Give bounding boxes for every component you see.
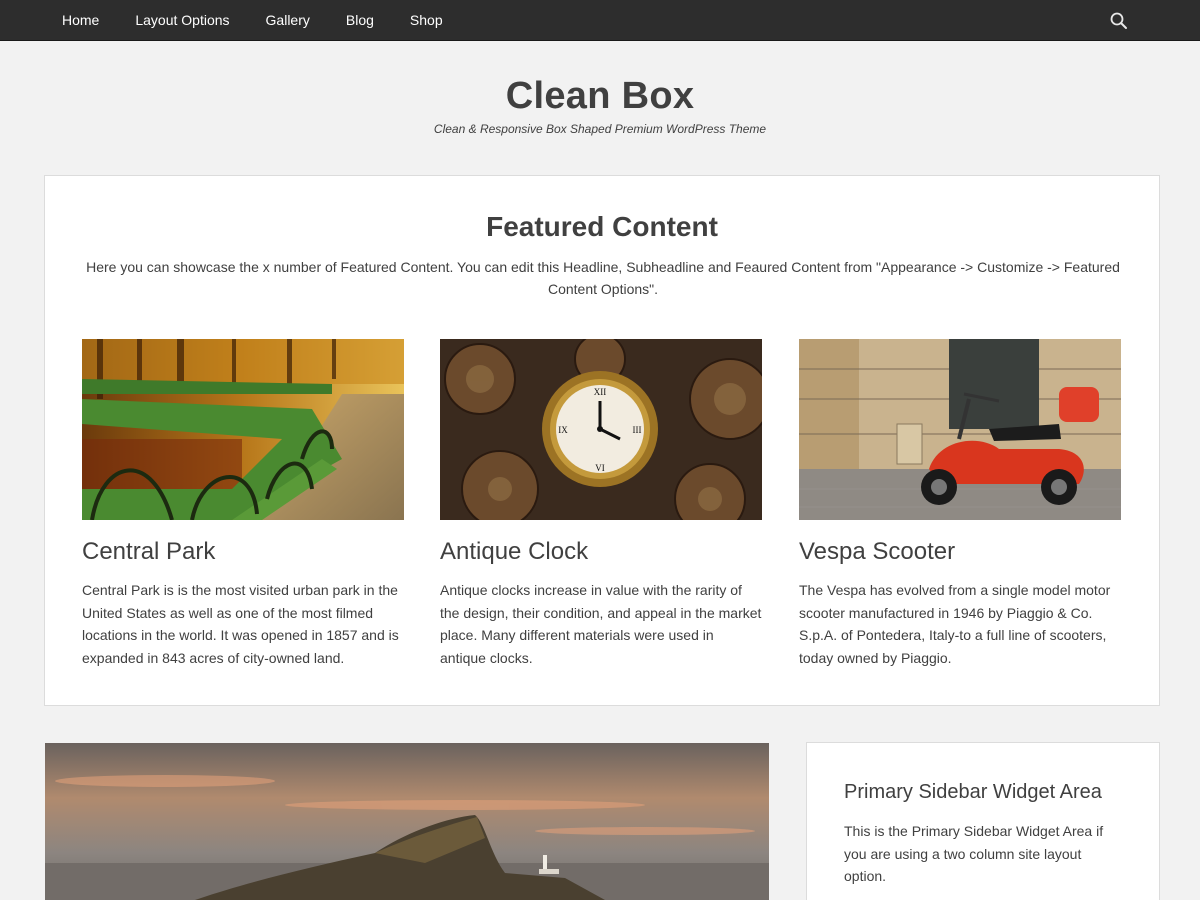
site-description: Clean & Responsive Box Shaped Premium Wo…	[433, 122, 767, 136]
featured-item-central-park: Central Park Central Park is is the most…	[82, 339, 404, 669]
central-park-image[interactable]	[82, 339, 404, 520]
featured-item-title[interactable]: Vespa Scooter	[799, 537, 1121, 567]
primary-menu: Home Layout Options Gallery Blog Shop	[44, 0, 461, 40]
antique-clock-image[interactable]: XII III VI IX	[440, 339, 762, 520]
site-branding: Clean Box Clean & Responsive Box Shaped …	[0, 72, 1200, 136]
featured-content-section: Featured Content Here you can showcase t…	[44, 175, 1160, 706]
featured-item-title[interactable]: Antique Clock	[440, 537, 762, 567]
nav-item-home[interactable]: Home	[44, 0, 117, 40]
featured-item-text: Antique clocks increase in value with th…	[440, 582, 762, 666]
nav-item-layout-options[interactable]: Layout Options	[117, 0, 247, 40]
featured-item-antique-clock: XII III VI IX Antique Clock Antique cloc…	[440, 339, 762, 669]
featured-item-text: Central Park is is the most visited urba…	[82, 582, 399, 666]
featured-item-text: The Vespa has evolved from a single mode…	[799, 582, 1111, 666]
nav-item-gallery[interactable]: Gallery	[248, 0, 328, 40]
featured-item-title[interactable]: Central Park	[82, 537, 404, 567]
search-icon[interactable]	[1108, 10, 1130, 32]
svg-text:IX: IX	[558, 425, 568, 435]
site-title[interactable]: Clean Box	[0, 72, 1200, 120]
featured-heading: Featured Content	[486, 211, 718, 242]
vespa-scooter-image[interactable]	[799, 339, 1121, 520]
featured-item-vespa-scooter: Vespa Scooter The Vespa has evolved from…	[799, 339, 1121, 669]
featured-subheading: Here you can showcase the x number of Fe…	[86, 259, 1120, 297]
hero-post-image[interactable]	[45, 743, 769, 900]
nav-item-shop[interactable]: Shop	[392, 0, 461, 40]
widget-text: This is the Primary Sidebar Widget Area …	[844, 823, 1104, 884]
widget-title: Primary Sidebar Widget Area	[844, 781, 1102, 803]
svg-text:XII: XII	[594, 387, 607, 397]
svg-text:VI: VI	[595, 463, 605, 473]
primary-sidebar-widget: Primary Sidebar Widget Area This is the …	[806, 742, 1160, 900]
svg-text:III: III	[633, 425, 642, 435]
top-navigation: Home Layout Options Gallery Blog Shop	[0, 0, 1200, 41]
nav-item-blog[interactable]: Blog	[328, 0, 392, 40]
